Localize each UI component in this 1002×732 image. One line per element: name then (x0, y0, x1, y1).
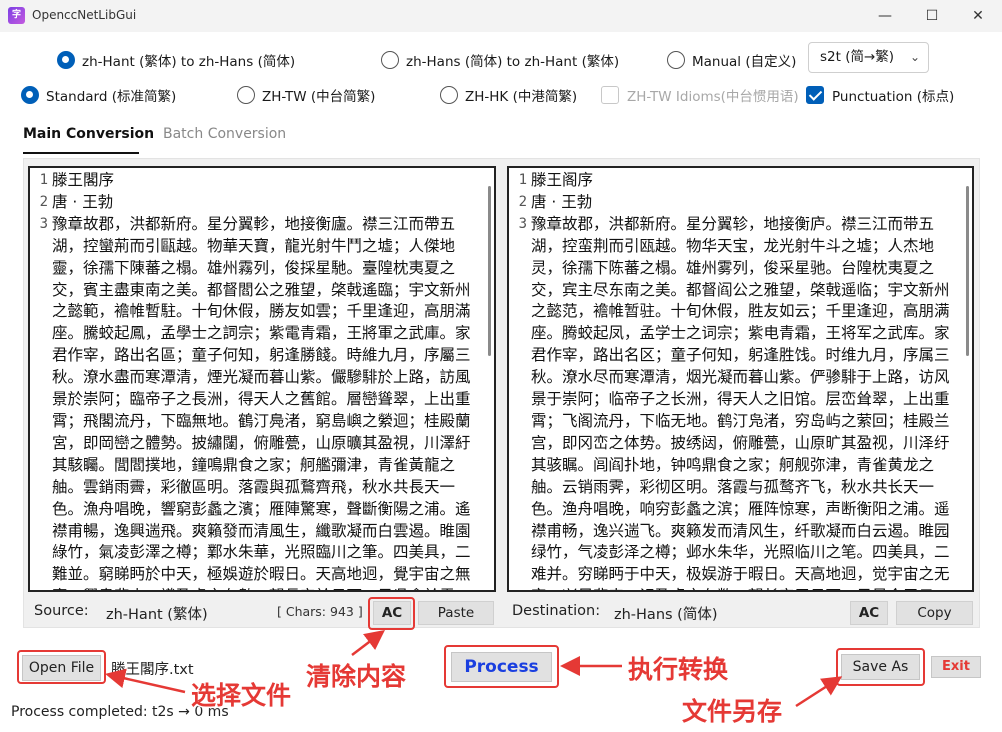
line-number-gutter: 1 2 3 (30, 168, 52, 590)
radio-label: zh-Hans (简体) to zh-Hant (繁体) (406, 54, 620, 70)
annotation-label-execute: 执行转换 (628, 655, 729, 684)
annotation-highlight-save-as (836, 648, 925, 686)
config-select-value: s2t (简→繁) (820, 49, 895, 65)
arrow-to-save-as-button (795, 676, 843, 708)
exit-button[interactable]: Exit (931, 656, 981, 678)
radio-hant-to-hans[interactable]: zh-Hant (繁体) to zh-Hans (简体) (57, 50, 295, 70)
checkbox-label: Punctuation (标点) (832, 89, 955, 105)
title-bar: 字 OpenccNetLibGui — ☐ ✕ (0, 0, 1002, 32)
checkbox-punctuation[interactable]: Punctuation (标点) (806, 85, 954, 105)
scrollbar-thumb[interactable] (488, 186, 491, 356)
annotation-label-select-file: 选择文件 (191, 681, 292, 710)
radio-standard[interactable]: Standard (标准简繁) (21, 85, 176, 105)
line-number-gutter: 1 2 3 (509, 168, 531, 590)
checkbox-label: ZH-TW Idioms(中台惯用语) (627, 89, 799, 105)
destination-text-editor[interactable]: 1 2 3 滕王阁序 唐 · 王勃 豫章故郡，洪都新府。星分翼轸，地接衡庐。襟三… (507, 166, 974, 592)
radio-label: ZH-HK (中港简繁) (465, 89, 578, 105)
maximize-button[interactable]: ☐ (909, 0, 955, 32)
annotation-highlight-process (444, 645, 559, 688)
paste-button[interactable]: Paste (418, 601, 494, 625)
destination-text: 滕王阁序 唐 · 王勃 豫章故郡，洪都新府。星分翼轸，地接衡庐。襟三江而带五 湖… (531, 171, 950, 590)
tab-batch-conversion[interactable]: Batch Conversion (163, 126, 286, 142)
radio-label: zh-Hant (繁体) to zh-Hans (简体) (82, 54, 296, 70)
annotation-highlight-clear (368, 597, 415, 630)
radio-label: Manual (自定义) (692, 54, 797, 70)
line-number: 1 (39, 172, 48, 188)
close-button[interactable]: ✕ (955, 0, 1001, 32)
checkbox-icon (601, 86, 619, 104)
tab-main-conversion[interactable]: Main Conversion (23, 126, 154, 142)
checkbox-zh-tw-idioms[interactable]: ZH-TW Idioms(中台惯用语) (601, 85, 799, 105)
radio-indicator-icon (667, 51, 685, 69)
line-number: 3 (39, 216, 48, 232)
annotation-label-save-file: 文件另存 (682, 697, 783, 726)
radio-indicator-icon (440, 86, 458, 104)
source-language: zh-Hant (繁体) (106, 607, 208, 623)
radio-indicator-icon (381, 51, 399, 69)
opened-filename: 滕王閣序.txt (111, 662, 194, 678)
radio-indicator-icon (57, 51, 75, 69)
source-text: 滕王閣序 唐 · 王勃 豫章故郡，洪都新府。星分翼軫，地接衡廬。襟三江而帶五 湖… (52, 171, 471, 590)
char-count: [ Chars: 943 ] (277, 604, 363, 619)
radio-zh-hk[interactable]: ZH-HK (中港简繁) (440, 85, 577, 105)
radio-label: Standard (标准简繁) (46, 89, 177, 105)
annotation-label-clear: 清除内容 (306, 662, 407, 691)
checkmark-icon (806, 86, 824, 104)
destination-clear-button[interactable]: AC (850, 601, 888, 625)
destination-label: Destination: (512, 603, 601, 619)
minimize-button[interactable]: — (862, 0, 908, 32)
radio-label: ZH-TW (中台简繁) (262, 89, 376, 105)
window-title: OpenccNetLibGui (32, 8, 137, 22)
source-text-editor[interactable]: 1 2 3 滕王閣序 唐 · 王勃 豫章故郡，洪都新府。星分翼軫，地接衡廬。襟三… (28, 166, 496, 592)
annotation-highlight-open-file (17, 650, 106, 684)
arrow-to-clear-button (351, 629, 385, 656)
app-icon: 字 (8, 7, 25, 24)
source-label: Source: (34, 603, 89, 619)
scrollbar-thumb[interactable] (966, 186, 969, 356)
config-select[interactable]: s2t (简→繁) ⌄ (808, 42, 929, 73)
destination-language: zh-Hans (简体) (614, 607, 718, 623)
active-tab-indicator (23, 152, 139, 154)
line-number: 2 (39, 194, 48, 210)
chevron-down-icon: ⌄ (909, 50, 920, 64)
radio-indicator-icon (237, 86, 255, 104)
copy-button[interactable]: Copy (896, 601, 973, 625)
line-number: 3 (518, 216, 527, 232)
radio-indicator-icon (21, 86, 39, 104)
line-number: 2 (518, 194, 527, 210)
line-number: 1 (518, 172, 527, 188)
radio-zh-tw[interactable]: ZH-TW (中台简繁) (237, 85, 375, 105)
radio-manual[interactable]: Manual (自定义) (667, 50, 796, 70)
radio-hans-to-hant[interactable]: zh-Hans (简体) to zh-Hant (繁体) (381, 50, 619, 70)
